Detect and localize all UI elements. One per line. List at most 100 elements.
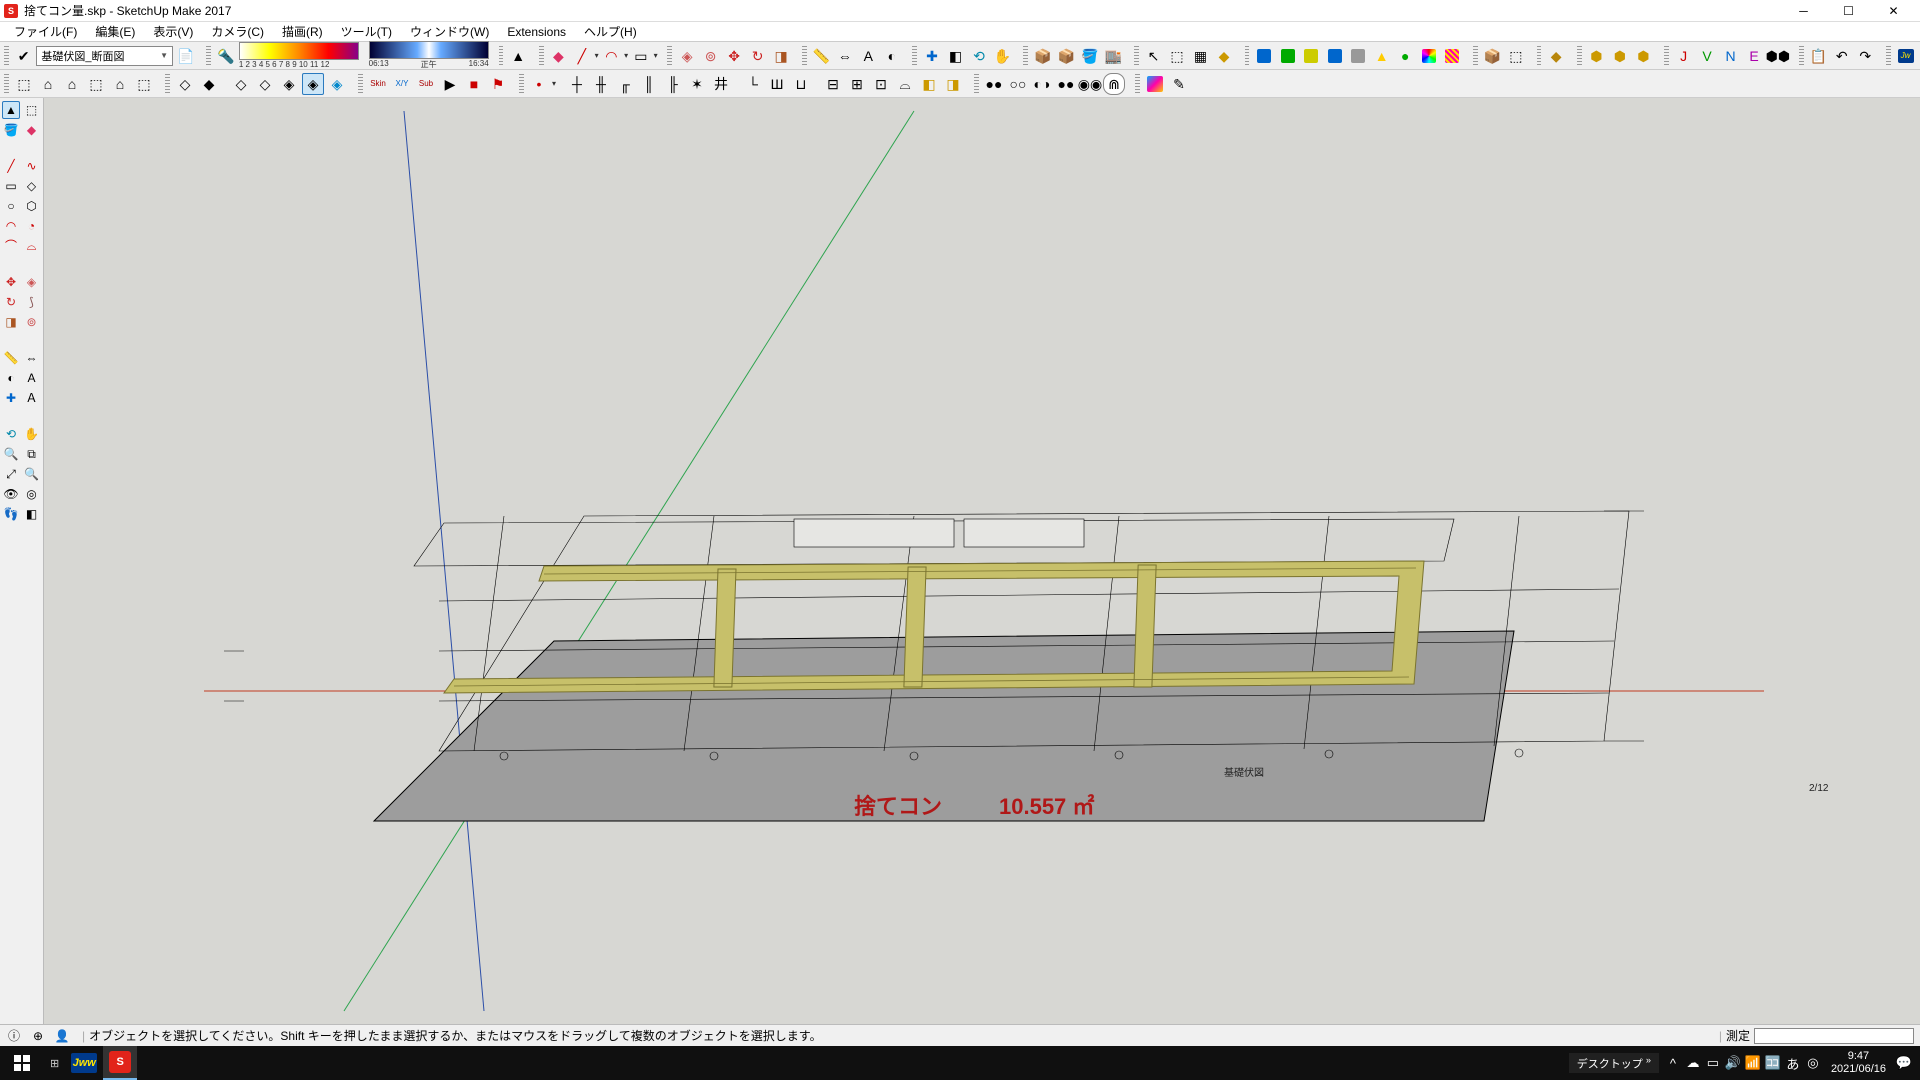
view-iso-icon[interactable]: ⬚ [13,73,35,95]
ext-stop-icon[interactable]: ■ [463,73,485,95]
prof-c-icon[interactable]: ◐◑ [1031,73,1053,95]
lt-paint-icon[interactable]: 🪣 [2,121,20,139]
sb-l1-icon[interactable]: └ [742,73,764,95]
sel-edges-icon[interactable]: ⬚ [1166,45,1188,67]
line-tool-icon[interactable]: ╱ [571,45,593,67]
lt-section-icon[interactable]: ◧ [23,505,41,523]
sb-v2-icon[interactable]: ╟ [662,73,684,95]
lt-rect-icon[interactable]: ▭ [2,177,20,195]
taskbar-desktop-toolbar[interactable]: デスクトップ » [1569,1053,1659,1074]
sb-plus-icon[interactable]: ┼ [566,73,588,95]
lt-look-icon[interactable]: ◎ [23,485,41,503]
sel-all-icon[interactable]: ◆ [1213,45,1235,67]
redo-icon[interactable]: ↷ [1855,45,1877,67]
arc-tool-icon[interactable]: ◠ [601,45,623,67]
sb-l3-icon[interactable]: ⊔ [790,73,812,95]
style-3-icon[interactable] [1300,45,1322,67]
view-top-icon[interactable]: ⌂ [37,73,59,95]
lt-eraser-icon[interactable]: ◆ [23,121,41,139]
lt-position-icon[interactable]: 👁 [2,485,20,503]
ext-jw-icon[interactable]: Jw [1895,45,1917,67]
menu-window[interactable]: ウィンドウ(W) [402,21,497,42]
face-hidden-icon[interactable]: ◆ [198,73,220,95]
lt-dim-icon[interactable]: ⇔ [23,349,41,367]
sb-star-icon[interactable]: ✶ [686,73,708,95]
sb-grid-icon[interactable]: 井 [710,73,732,95]
ext-box2-icon[interactable]: ⬚ [1505,45,1527,67]
lt-axes-icon[interactable]: ✚ [2,389,20,407]
menu-tools[interactable]: ツール(T) [333,21,400,42]
lt-freehand-icon[interactable]: ∿ [23,157,41,175]
minimize-button[interactable]: ─ [1781,0,1826,22]
sb-e1-icon[interactable]: ◧ [918,73,940,95]
lt-tape-icon[interactable]: 📏 [2,349,20,367]
lt-follow-icon[interactable]: ⟆ [23,293,41,311]
menu-camera[interactable]: カメラ(C) [203,21,272,42]
lt-zoomwin-icon[interactable]: ⧉ [23,445,41,463]
prof-b-icon[interactable]: ○○ [1007,73,1029,95]
lt-select-icon[interactable]: ▲ [2,101,20,119]
ext-e-icon[interactable]: E [1743,45,1765,67]
ext-xy-icon[interactable]: X/Y [391,73,413,95]
sb-e2-icon[interactable]: ◨ [942,73,964,95]
warehouse-icon[interactable]: 🏬 [1103,45,1125,67]
face-mono-icon[interactable]: ◈ [326,73,348,95]
tray-clock[interactable]: 9:47 2021/06/16 [1823,1050,1894,1076]
tray-volume-icon[interactable]: 🔊 [1723,1048,1743,1078]
protractor-tool-icon[interactable]: ◐ [881,45,903,67]
select-tool-icon[interactable]: ▲ [507,45,529,67]
taskbar-jww[interactable]: Jww [65,1046,103,1080]
view-right-icon[interactable]: ⬚ [85,73,107,95]
lt-offset-icon[interactable]: ⊚ [23,313,41,331]
sb-ext1-icon[interactable]: ╫ [590,73,612,95]
component-icon[interactable]: 📦 [1032,45,1054,67]
lt-move-icon[interactable]: ✥ [2,273,20,291]
tray-up-icon[interactable]: ^ [1663,1048,1683,1078]
style-tex-icon[interactable] [1441,45,1463,67]
lt-arc-icon[interactable]: ◠ [2,217,20,235]
rect-tool-icon[interactable]: ▭ [630,45,652,67]
group-icon[interactable]: 📦 [1056,45,1078,67]
ext-j-icon[interactable]: J [1673,45,1695,67]
paint-bucket-icon[interactable]: 🪣 [1079,45,1101,67]
lt-line-icon[interactable]: ╱ [2,157,20,175]
lt-3dtext-icon[interactable]: Ａ [23,389,41,407]
section-plane-icon[interactable]: ◧ [945,45,967,67]
lt-prev-icon[interactable]: 🔍 [23,465,41,483]
style-1-icon[interactable] [1253,45,1275,67]
text-tool-icon[interactable]: A [858,45,880,67]
view-front-icon[interactable]: ⌂ [61,73,83,95]
menu-draw[interactable]: 描画(R) [274,21,331,42]
layer-manager-icon[interactable]: 📄 [175,45,197,67]
move-tool-icon[interactable]: ✥ [723,45,745,67]
style-4-icon[interactable] [1324,45,1346,67]
taskbar-taskview[interactable]: ⊞ [44,1046,65,1080]
ext-play-icon[interactable]: ▶ [439,73,461,95]
lt-zoom-icon[interactable]: 🔍 [2,445,20,463]
prof-f-icon[interactable]: ⋒ [1103,73,1125,95]
view-left-icon[interactable]: ⬚ [133,73,155,95]
push-pull-icon[interactable]: ◈ [676,45,698,67]
tray-ime-icon[interactable]: あ [1783,1048,1803,1078]
face-shade4-icon[interactable]: ◈ [302,73,324,95]
lt-scale-icon[interactable]: ◨ [2,313,20,331]
sb-l2-icon[interactable]: Ш [766,73,788,95]
layer-selector[interactable]: 基礎伏図_断面図 ▼ [36,46,173,66]
layer-visible-check[interactable]: ✔ [13,45,35,67]
lt-arc3-icon[interactable]: ⌓ [23,237,41,255]
shadow-toggle-icon[interactable]: 🔦 [215,45,237,67]
style-2-icon[interactable] [1277,45,1299,67]
measure-input[interactable] [1754,1028,1914,1044]
sb-v1-icon[interactable]: ║ [638,73,660,95]
start-button[interactable] [0,1046,44,1080]
style-5-icon[interactable] [1347,45,1369,67]
sel-arrow-icon[interactable]: ↖ [1143,45,1165,67]
prof-a-icon[interactable]: ●● [983,73,1005,95]
tray-app-icon[interactable]: ◎ [1803,1048,1823,1078]
ext-box1-icon[interactable]: 📦 [1482,45,1504,67]
tape-tool-icon[interactable]: 📏 [811,45,833,67]
tray-cloud-icon[interactable]: ☁ [1683,1048,1703,1078]
shadow-time-slider[interactable] [369,41,489,59]
menu-view[interactable]: 表示(V) [145,21,201,42]
face-shade3-icon[interactable]: ◈ [278,73,300,95]
